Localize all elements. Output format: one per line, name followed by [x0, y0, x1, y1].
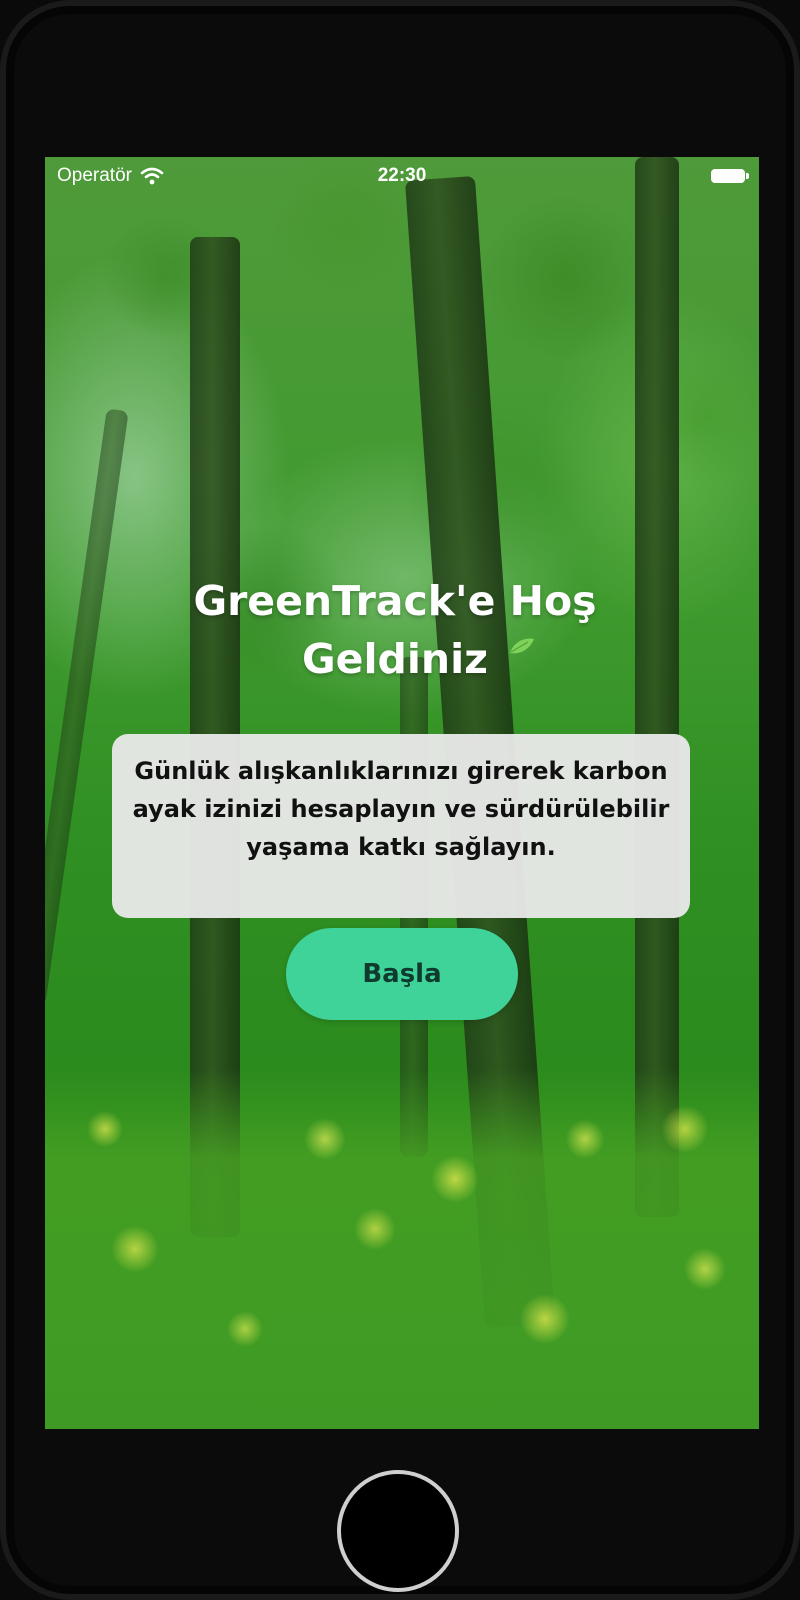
status-bar: Operatör 22:30 — [45, 157, 759, 197]
leaf-icon — [510, 638, 534, 654]
flower-meadow — [45, 1069, 759, 1429]
home-button[interactable] — [337, 1470, 459, 1592]
welcome-title: GreenTrack'e Hoş Geldiniz — [145, 572, 645, 688]
phone-frame: Operatör 22:30 GreenTrack'e Hoş Geldiniz… — [0, 0, 800, 1600]
clock: 22:30 — [377, 165, 427, 186]
description-card: Günlük alışkanlıklarınızı girerek karbon… — [112, 734, 690, 918]
app-screen: Operatör 22:30 GreenTrack'e Hoş Geldiniz… — [45, 157, 759, 1429]
welcome-title-line: Geldiniz — [301, 635, 489, 683]
start-button[interactable]: Başla — [286, 928, 518, 1020]
battery-icon — [711, 169, 749, 183]
description-text: Günlük alışkanlıklarınızı girerek karbon… — [132, 757, 670, 861]
welcome-title-line: GreenTrack'e Hoş — [193, 577, 597, 625]
